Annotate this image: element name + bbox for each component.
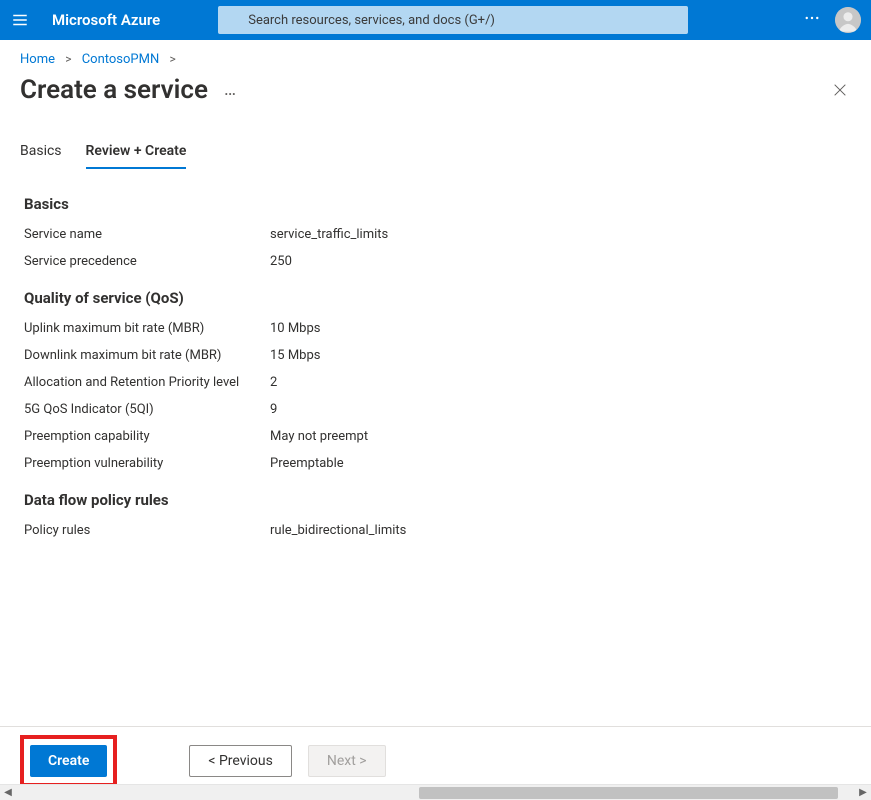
kv-value: 2 <box>270 375 277 390</box>
kv-row: Allocation and Retention Priority level … <box>24 375 851 390</box>
title-row: Create a service … <box>0 73 871 113</box>
scroll-track[interactable] <box>16 785 855 800</box>
kv-value: 10 Mbps <box>270 321 321 336</box>
section-header-basics: Basics <box>24 195 851 213</box>
previous-button[interactable]: < Previous <box>189 745 291 777</box>
kv-value: Preemptable <box>270 456 344 471</box>
scroll-thumb[interactable] <box>419 787 839 799</box>
chevron-right-icon: > <box>166 52 175 66</box>
kv-row: Service name service_traffic_limits <box>24 227 851 242</box>
scroll-right-arrow-icon[interactable]: ▶ <box>855 785 871 800</box>
kv-label: Preemption capability <box>24 429 270 444</box>
top-bar: Microsoft Azure <box>0 0 871 40</box>
footer-bar: Create < Previous Next > <box>0 726 871 784</box>
horizontal-scrollbar[interactable]: ◀ ▶ <box>0 784 871 800</box>
search-wrap <box>218 6 688 34</box>
kv-value: service_traffic_limits <box>270 227 388 242</box>
kv-value: 9 <box>270 402 277 417</box>
kv-value: 15 Mbps <box>270 348 321 363</box>
avatar[interactable] <box>835 7 861 33</box>
tabs: Basics Review + Create <box>0 113 871 169</box>
kv-row: Service precedence 250 <box>24 254 851 269</box>
kv-label: Downlink maximum bit rate (MBR) <box>24 348 270 363</box>
kv-label: Policy rules <box>24 523 270 538</box>
breadcrumb-item-home[interactable]: Home <box>20 52 55 67</box>
more-actions-icon[interactable] <box>803 9 821 31</box>
content-scroll[interactable]: Basics Service name service_traffic_limi… <box>0 169 871 727</box>
kv-value: May not preempt <box>270 429 368 444</box>
page-title: Create a service <box>20 75 208 105</box>
search-input[interactable] <box>218 6 688 34</box>
section-header-qos: Quality of service (QoS) <box>24 289 851 307</box>
kv-value: 250 <box>270 254 292 269</box>
close-button[interactable] <box>829 79 851 101</box>
hamburger-icon[interactable] <box>10 10 30 30</box>
section-header-rules: Data flow policy rules <box>24 491 851 509</box>
brand-label[interactable]: Microsoft Azure <box>52 11 160 29</box>
kv-label: 5G QoS Indicator (5QI) <box>24 402 270 417</box>
kv-label: Service name <box>24 227 270 242</box>
kv-row: Preemption capability May not preempt <box>24 429 851 444</box>
chevron-right-icon: > <box>62 52 74 66</box>
kv-row: Preemption vulnerability Preemptable <box>24 456 851 471</box>
breadcrumb-item-contosopmn[interactable]: ContosoPMN <box>82 52 160 67</box>
kv-value: rule_bidirectional_limits <box>270 523 406 538</box>
tab-basics[interactable]: Basics <box>20 143 62 169</box>
kv-label: Allocation and Retention Priority level <box>24 375 270 390</box>
scroll-left-arrow-icon[interactable]: ◀ <box>0 785 16 800</box>
tab-review-create[interactable]: Review + Create <box>86 143 187 169</box>
breadcrumb: Home > ContosoPMN > <box>0 40 871 73</box>
kv-label: Preemption vulnerability <box>24 456 270 471</box>
kv-row: Downlink maximum bit rate (MBR) 15 Mbps <box>24 348 851 363</box>
highlight-box: Create <box>20 735 117 787</box>
kv-row: Policy rules rule_bidirectional_limits <box>24 523 851 538</box>
kv-row: 5G QoS Indicator (5QI) 9 <box>24 402 851 417</box>
kv-label: Uplink maximum bit rate (MBR) <box>24 321 270 336</box>
next-button: Next > <box>308 745 386 777</box>
title-more-icon[interactable]: … <box>224 81 237 99</box>
create-button[interactable]: Create <box>30 745 107 777</box>
kv-label: Service precedence <box>24 254 270 269</box>
kv-row: Uplink maximum bit rate (MBR) 10 Mbps <box>24 321 851 336</box>
